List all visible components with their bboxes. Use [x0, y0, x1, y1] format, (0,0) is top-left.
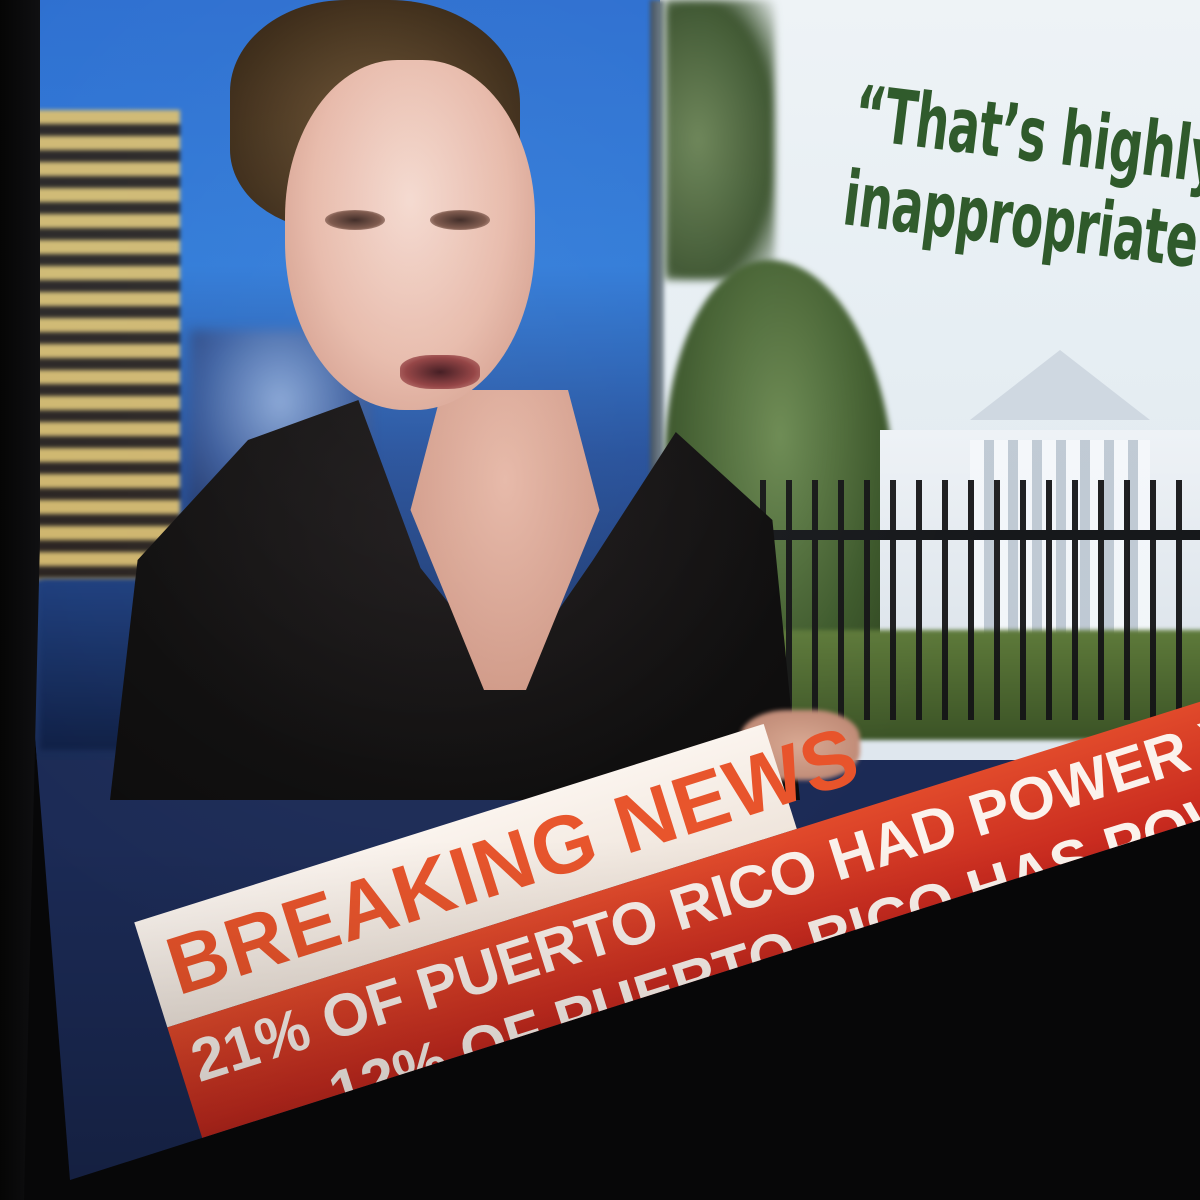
- tv-screen: “That’s highly inappropriate BREAKING NE…: [0, 0, 1200, 1180]
- tv-bezel: [0, 0, 40, 1200]
- anchor-eye-right: [430, 210, 490, 230]
- tv-screen-photo: “That’s highly inappropriate BREAKING NE…: [0, 0, 1200, 1200]
- quote-graphic: “That’s highly inappropriate: [839, 68, 1200, 285]
- anchor-mouth: [400, 355, 480, 389]
- anchor-eye-left: [325, 210, 385, 230]
